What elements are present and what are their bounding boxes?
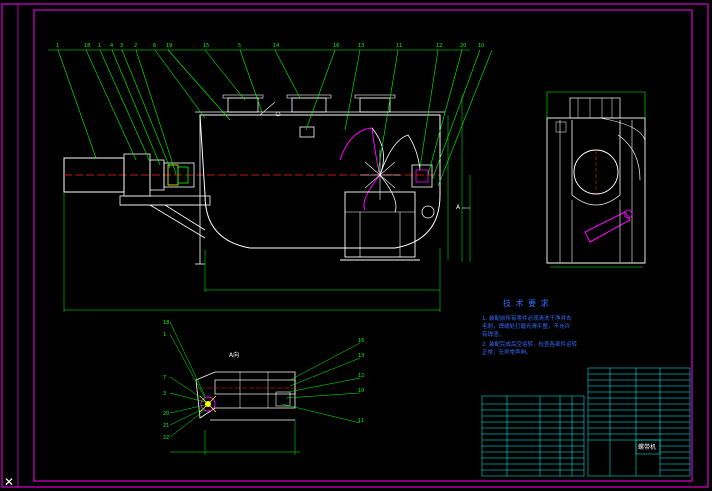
section-a-label: A向 — [229, 352, 240, 359]
callout-top-0: 1 — [56, 43, 59, 49]
callout-section-left-3: 3 — [163, 391, 166, 397]
section-trough — [195, 371, 296, 419]
notes-line-4: 2. 装配完成后空运转，检查各部件运转 — [482, 342, 577, 348]
callout-top-7: 19 — [166, 43, 172, 49]
section-a-view — [170, 371, 300, 455]
callout-section-right-3: 10 — [358, 388, 364, 394]
notes-line-5: 正常，无异常声响。 — [482, 350, 532, 356]
side-view-outline — [546, 117, 646, 264]
callout-top-15: 20 — [460, 43, 466, 49]
side-dim-label: A — [456, 204, 461, 211]
ribbon-blade-1 — [339, 127, 381, 176]
callout-section-left-4: 20 — [163, 411, 169, 417]
sheet-border-inner — [33, 9, 693, 482]
notes-line-3: 有焊渣。 — [482, 332, 505, 338]
callout-top-12: 13 — [358, 43, 364, 49]
inlet-3 — [359, 97, 391, 113]
callout-section-left-6: 22 — [163, 435, 169, 441]
ribbon-blade-2 — [379, 134, 421, 176]
callout-section-left-2: 7 — [163, 375, 166, 381]
front-view-callouts: 1 18 1 4 3 2 6 19 15 5 14 16 13 11 12 20 10 — [56, 43, 484, 49]
title-block-name: 螺带机 — [638, 444, 657, 451]
support-stand — [344, 191, 416, 258]
callout-top-5: 2 — [134, 43, 137, 49]
notes-title: 技 术 要 求 — [503, 299, 550, 308]
section-callouts: 18 1 7 3 20 21 22 16 13 12 10 11 — [163, 320, 364, 441]
front-view-leaders — [48, 49, 493, 187]
callout-top-4: 3 — [120, 43, 123, 49]
parts-list-table — [481, 395, 585, 477]
callout-top-14: 12 — [436, 43, 442, 49]
callout-top-10: 14 — [273, 43, 279, 49]
ucs-icon: ✕ — [4, 475, 15, 489]
callout-top-8: 15 — [203, 43, 209, 49]
callout-top-16: 10 — [478, 43, 484, 49]
callout-top-3: 4 — [110, 43, 113, 49]
callout-section-right-1: 13 — [358, 353, 364, 359]
callout-section-left-5: 21 — [163, 423, 169, 429]
callout-top-6: 6 — [153, 43, 156, 49]
notes-line-1: 1. 装配前所有零件必须清洗干净并去 — [482, 316, 572, 322]
callout-section-left-1: 1 — [163, 332, 166, 338]
callout-top-1: 18 — [84, 43, 90, 49]
notes-line-2: 毛刺，焊缝处打磨光滑平整，不允许 — [482, 324, 571, 330]
callout-top-13: 11 — [396, 43, 402, 49]
callout-section-right-0: 16 — [358, 338, 364, 344]
trough-body — [199, 114, 441, 249]
inlet-1 — [227, 97, 259, 113]
front-view — [63, 94, 471, 312]
callout-top-11: 16 — [333, 43, 339, 49]
callout-top-9: 5 — [238, 43, 241, 49]
callout-section-left-0: 18 — [163, 320, 169, 326]
inlet-2 — [291, 97, 327, 113]
callout-section-right-2: 12 — [358, 373, 364, 379]
callout-top-2: 1 — [98, 43, 101, 49]
callout-section-right-4: 11 — [358, 418, 364, 424]
discharge-chute — [584, 211, 631, 243]
title-block — [587, 367, 691, 477]
side-view — [546, 91, 646, 268]
drawing-canvas: 1 18 1 4 3 2 6 19 15 5 14 16 13 11 12 20 10 — [1, 3, 709, 488]
